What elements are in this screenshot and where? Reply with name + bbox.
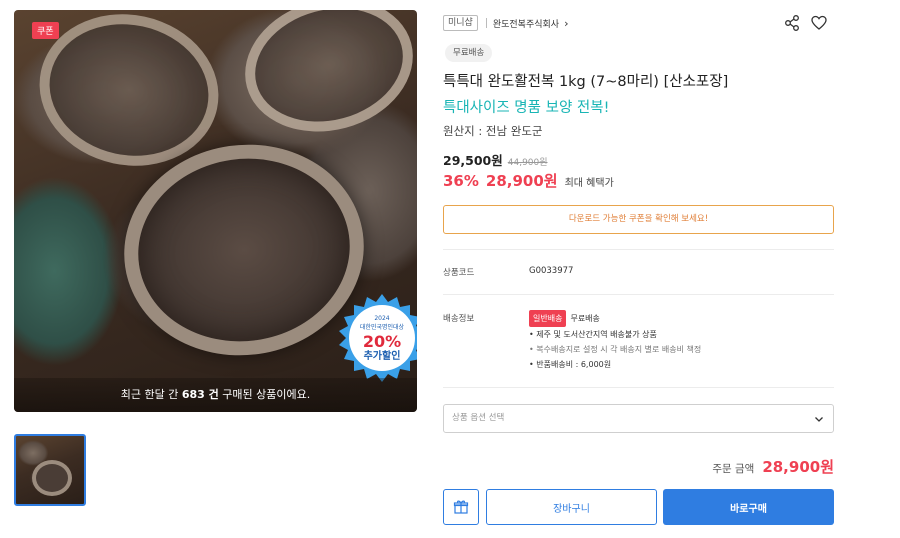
purchase-prefix: 최근 한달 간: [120, 388, 182, 401]
order-total-label: 주문 금액: [712, 463, 755, 475]
brand-row: 미니샵 완도전복주식회사 ›: [443, 14, 569, 32]
shipping-method-tag: 일반배송: [529, 310, 567, 327]
abalone-shell: [230, 10, 417, 150]
seal-award: 대한민국명인대상: [360, 323, 405, 331]
divider: [443, 387, 834, 388]
heart-icon[interactable]: [810, 14, 828, 32]
chevron-right-icon: ›: [564, 16, 569, 30]
price-row: 29,500원 44,900원: [443, 150, 548, 169]
recent-purchase-banner: 최근 한달 간 683 건 구매된 상품이에요.: [14, 378, 417, 412]
discount-rate: 36%: [443, 172, 479, 190]
gift-button[interactable]: [443, 489, 479, 525]
option-select-dropdown[interactable]: 상품 옵션 선택: [443, 404, 834, 433]
shipping-note: • 반품배송비 : 6,000원: [529, 360, 612, 369]
shipping-type-row: 일반배송 무료배송: [529, 310, 701, 327]
order-total-value: 28,900원: [762, 458, 834, 476]
option-select-placeholder: 상품 옵션 선택: [452, 413, 505, 423]
seal-year: 2024: [374, 315, 389, 322]
seal-percent: 20%: [363, 332, 401, 351]
product-code-value: G0033977: [529, 266, 574, 276]
seller-link[interactable]: 완도전복주식회사 ›: [493, 17, 569, 30]
divider: [443, 294, 834, 295]
current-price: 29,500원: [443, 153, 503, 168]
divider: [485, 18, 487, 28]
chevron-down-icon: [815, 417, 823, 422]
discount-seal: 2024 대한민국명인대상 20% 추가할인: [339, 294, 417, 382]
thumbnail-image-1[interactable]: [14, 434, 86, 506]
purchase-suffix: 구매된 상품이에요.: [218, 388, 311, 401]
order-total: 주문 금액 28,900원: [712, 456, 834, 477]
main-product-image[interactable]: 쿠폰 2024 대한민국명인대상 20% 추가할인 최근 한달 간 683 건 …: [14, 10, 417, 412]
abalone-shell: [32, 460, 72, 496]
minishop-tag: 미니샵: [443, 15, 478, 31]
benefit-label: 최대 혜택가: [564, 178, 614, 189]
coupon-badge: 쿠폰: [32, 22, 59, 39]
product-origin: 원산지 : 전남 완도군: [443, 124, 543, 138]
original-price: 44,900원: [507, 158, 548, 168]
shipping-type: 무료배송: [570, 314, 600, 323]
add-to-cart-button[interactable]: 장바구니: [486, 489, 657, 525]
shipping-note: • 복수배송지로 설정 시 각 배송지 별로 배송비 책정: [529, 345, 702, 354]
shipping-info-label: 배송정보: [443, 314, 475, 324]
buy-now-button[interactable]: 바로구매: [663, 489, 834, 525]
product-code-label: 상품코드: [443, 268, 475, 278]
seller-name: 완도전복주식회사: [492, 19, 560, 30]
product-subtitle: 특대사이즈 명품 보양 전복!: [443, 100, 610, 116]
divider: [443, 249, 834, 250]
coupon-download-button[interactable]: 다운로드 가능한 쿠폰을 확인해 보세요!: [443, 205, 834, 234]
shipping-info: 일반배송 무료배송 • 제주 및 도서산간지역 배송불가 상품 • 복수배송지로 …: [529, 310, 701, 372]
gift-icon: [453, 500, 469, 514]
benefit-price-row: 36% 28,900원 최대 혜택가: [443, 170, 614, 191]
free-shipping-chip: 무료배송: [445, 44, 493, 62]
purchase-count: 683 건: [181, 388, 219, 401]
share-icon[interactable]: [783, 14, 801, 32]
product-title: 특특대 완도활전복 1kg (7~8마리) [산소포장]: [443, 74, 729, 90]
seal-extra-discount: 추가할인: [364, 349, 401, 362]
shipping-note: • 제주 및 도서산간지역 배송불가 상품: [529, 330, 657, 339]
product-info-panel: 미니샵 완도전복주식회사 › 무료배송 특특대 완도활전복 1kg (7~8마리…: [443, 0, 834, 538]
sale-price: 28,900원: [485, 172, 558, 190]
